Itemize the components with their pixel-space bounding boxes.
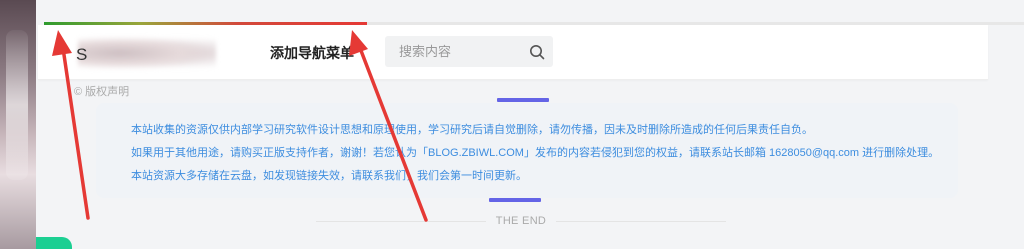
notice-line: 如果用于其他用途，请购买正版支持作者，谢谢！若您认为「BLOG.ZBIWL.CO…	[131, 147, 940, 159]
accent-divider-top	[497, 98, 549, 102]
copyright-notice-heading: © 版权声明	[74, 86, 130, 98]
search-box	[385, 36, 553, 67]
nav-item-add-menu[interactable]: 添加导航菜单	[270, 43, 354, 63]
notice-line: 本站收集的资源仅供内部学习研究软件设计思想和原理使用，学习研究后请自觉删除，请勿…	[131, 124, 813, 136]
the-end-label: THE END	[495, 215, 547, 227]
background-photo-strip	[0, 0, 36, 249]
copyright-notice-box: 本站收集的资源仅供内部学习研究软件设计思想和原理使用，学习研究后请自觉删除，请勿…	[96, 103, 958, 198]
end-divider-right	[556, 221, 726, 222]
site-logo-blurred[interactable]	[78, 37, 216, 69]
notice-line: 本站资源大多存储在云盘，如发现链接失效，请联系我们，我们会第一时间更新。	[131, 170, 527, 182]
search-icon[interactable]	[529, 44, 545, 60]
site-header: S 添加导航菜单	[38, 25, 988, 80]
site-logo-letter: S	[76, 45, 88, 64]
end-divider-left	[316, 221, 486, 222]
floating-action-button[interactable]	[36, 237, 72, 249]
accent-divider-bottom	[489, 198, 541, 202]
search-input[interactable]	[399, 36, 519, 67]
